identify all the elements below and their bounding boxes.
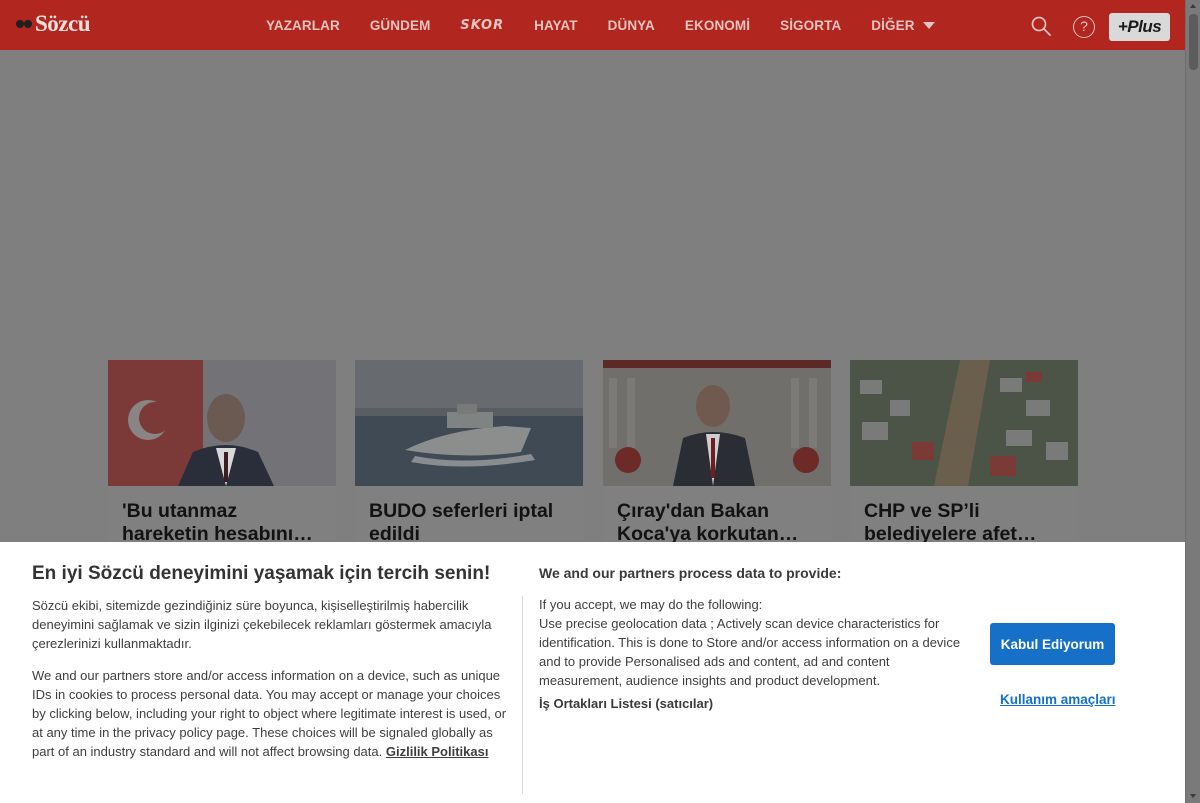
- card-title[interactable]: 'Bu utanmaz hareketin hesabını…: [122, 500, 322, 546]
- nav-item-hayat[interactable]: HAYAT: [534, 18, 578, 33]
- scroll-thumb[interactable]: [1189, 14, 1198, 70]
- news-card[interactable]: CHP ve SP’li belediyelere afet…: [850, 360, 1078, 550]
- nav-item-diger[interactable]: DİĞER: [871, 17, 935, 33]
- news-card[interactable]: BUDO seferleri iptal edildi: [355, 360, 583, 550]
- top-navigation-bar: Sözcü YAZARLAR GÜNDEM SKOR HAYAT DÜNYA E…: [0, 0, 1185, 50]
- plus-subscription-button[interactable]: +Plus: [1109, 13, 1170, 41]
- partners-accept-line: If you accept, we may do the following:: [539, 597, 763, 612]
- consent-title: En iyi Sözcü deneyimini yaşamak için ter…: [32, 563, 491, 584]
- page-scrollbar[interactable]: [1185, 0, 1200, 803]
- card-title[interactable]: BUDO seferleri iptal edildi: [369, 500, 569, 546]
- logo-mark-icon: [14, 15, 34, 33]
- chevron-down-icon: [922, 22, 935, 29]
- nav-item-skor[interactable]: SKOR: [460, 18, 504, 33]
- scroll-down-arrow-icon[interactable]: [1190, 794, 1196, 798]
- accept-button[interactable]: Kabul Ediyorum: [990, 623, 1115, 665]
- sozcu-logo[interactable]: Sözcü: [14, 11, 91, 37]
- purposes-link[interactable]: Kullanım amaçları: [1000, 692, 1116, 707]
- card-title[interactable]: Çıray'dan Bakan Koca'ya korkutan…: [617, 500, 817, 546]
- cookie-consent-panel: En iyi Sözcü deneyimini yaşamak için ter…: [0, 542, 1185, 803]
- card-image-ferry: [355, 360, 583, 486]
- consent-divider: [522, 596, 523, 794]
- vendors-list-link[interactable]: İş Ortakları Listesi (satıcılar): [539, 696, 713, 711]
- news-card[interactable]: Çıray'dan Bakan Koca'ya korkutan…: [603, 360, 831, 550]
- privacy-policy-link[interactable]: Gizlilik Politikası: [386, 744, 489, 759]
- news-card[interactable]: 'Bu utanmaz hareketin hesabını…: [108, 360, 336, 550]
- nav-item-yazarlar[interactable]: YAZARLAR: [266, 18, 340, 33]
- scroll-up-arrow-icon[interactable]: [1190, 4, 1196, 8]
- nav-item-dunya[interactable]: DÜNYA: [608, 18, 655, 33]
- consent-details-text: We and our partners store and/or access …: [32, 666, 507, 761]
- card-image-flood-aerial: [850, 360, 1078, 486]
- card-image-portrait: [108, 360, 336, 486]
- search-icon[interactable]: [1031, 16, 1051, 36]
- nav-item-sigorta[interactable]: SİGORTA: [780, 18, 841, 33]
- nav-item-diger-label: DİĞER: [871, 17, 915, 33]
- card-image-podium: [603, 360, 831, 486]
- help-icon[interactable]: ?: [1073, 16, 1095, 38]
- consent-intro-text: Sözcü ekibi, sitemizde gezindiğiniz süre…: [32, 598, 492, 651]
- partners-title: We and our partners process data to prov…: [539, 565, 842, 581]
- partners-purposes-body: Use precise geolocation data ; Actively …: [539, 616, 961, 688]
- nav-item-gundem[interactable]: GÜNDEM: [370, 18, 431, 33]
- nav-item-ekonomi[interactable]: EKONOMİ: [685, 18, 750, 33]
- logo-text: Sözcü: [35, 11, 91, 36]
- main-nav: YAZARLAR GÜNDEM SKOR HAYAT DÜNYA EKONOMİ…: [266, 0, 965, 50]
- card-title[interactable]: CHP ve SP’li belediyelere afet…: [864, 500, 1064, 546]
- partners-purposes-text: If you accept, we may do the following: …: [539, 595, 969, 690]
